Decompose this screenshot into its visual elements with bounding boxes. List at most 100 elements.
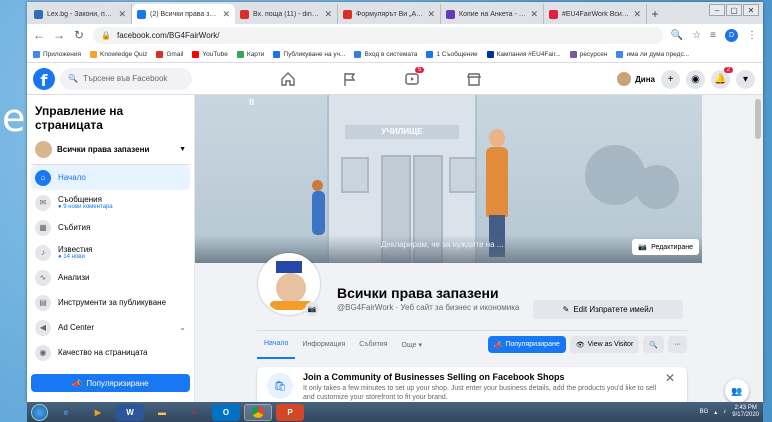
more-options-button[interactable]: ··· <box>668 336 687 353</box>
close-tab-icon[interactable]: ✕ <box>427 9 435 20</box>
sidebar-promote-button[interactable]: 📣 Популяризиране <box>31 374 190 392</box>
chrome-icon[interactable] <box>244 403 272 421</box>
google-icon <box>616 50 624 58</box>
bookmark-item[interactable]: Приложения <box>33 50 81 58</box>
tray-arrow-icon[interactable]: ▴ <box>714 409 717 416</box>
sidebar-item-home[interactable]: ⌂ Начало <box>31 165 190 190</box>
pages-flag-icon[interactable] <box>319 63 381 95</box>
cover-video[interactable]: УЧИЛИЩЕ II Декларирам, че за нуждите на … <box>195 95 702 263</box>
zoom-icon[interactable]: 🔍 <box>671 30 683 41</box>
profile-avatar[interactable]: D <box>725 28 738 42</box>
bookmark-item[interactable]: ресурсен <box>569 50 607 58</box>
page-switcher[interactable]: Всички права запазени ▼ <box>31 135 190 165</box>
notifications-bell-icon[interactable]: 🔔 2 <box>711 66 733 89</box>
acrobat-icon[interactable]: ⌁ <box>180 404 208 421</box>
promote-button[interactable]: 📣 Популяризиране <box>487 336 566 353</box>
new-message-icon[interactable]: 👥 <box>725 379 749 402</box>
sidebar-item-insights[interactable]: ∿ Анализи <box>31 265 190 290</box>
browser-tab[interactable]: Копие на Анкета - Goo ✕ <box>441 4 544 24</box>
facebook-logo-icon[interactable]: f <box>33 67 55 90</box>
media-icon[interactable]: ≡ <box>710 30 716 41</box>
child-figure <box>312 191 325 235</box>
media-player-icon[interactable]: ▶ <box>84 404 112 421</box>
back-icon[interactable]: ← <box>33 28 45 42</box>
facebook-search-input[interactable]: 🔍 Търсене във Facebook <box>60 67 192 90</box>
scrollbar-thumb[interactable] <box>755 99 761 139</box>
bookmark-item[interactable]: Вход в системата <box>354 50 417 58</box>
bookmark-item[interactable]: Кампания #EU4Fair... <box>486 50 561 58</box>
volume-icon[interactable]: ♪ <box>723 409 726 415</box>
youtube-icon <box>192 50 200 58</box>
page-avatar <box>35 141 52 158</box>
bookmark-item[interactable]: 1 Съобщение <box>426 50 478 58</box>
internet-explorer-icon[interactable]: e <box>52 404 80 421</box>
close-tab-icon[interactable]: ✕ <box>324 9 332 20</box>
slide-letter-fragment: e <box>2 96 26 140</box>
page-scrollbar[interactable] <box>753 95 763 402</box>
sidebar-item-publishing-tools[interactable]: ▤ Инструменти за публикуване <box>31 290 190 315</box>
megaphone-icon: 📣 <box>493 341 503 349</box>
sidebar-item-notifications[interactable]: ♪ Известия ● 14 нови <box>31 240 190 265</box>
bookmark-item[interactable]: Gmail <box>156 50 183 58</box>
language-indicator[interactable]: BG <box>700 409 709 415</box>
account-menu-caret-icon[interactable]: ▾ <box>736 69 755 89</box>
sidebar-item-page-quality[interactable]: ◉ Качество на страницата <box>31 340 190 365</box>
forward-icon[interactable]: → <box>53 28 65 42</box>
tab-about[interactable]: Информация <box>295 331 352 359</box>
bookmark-item[interactable]: YouTube <box>192 50 228 58</box>
reload-icon[interactable]: ↻ <box>73 28 85 42</box>
pause-icon[interactable]: II <box>249 97 254 107</box>
browser-tab[interactable]: Lex.bg - Закони, правил✕ <box>29 4 132 24</box>
bookmark-favicon-icon <box>273 50 281 58</box>
edit-cover-button[interactable]: 📷 Редактиране <box>632 239 699 255</box>
background-tree <box>635 165 679 209</box>
file-explorer-icon[interactable]: ▬ <box>148 404 176 421</box>
close-tab-icon[interactable]: ✕ <box>633 9 641 20</box>
sidebar-item-events[interactable]: ▦ Събития <box>31 215 190 240</box>
close-window-icon[interactable]: ✕ <box>743 4 759 16</box>
close-tab-icon[interactable]: ✕ <box>222 9 230 20</box>
chevron-down-icon: ⌄ <box>179 323 186 332</box>
adult-figure <box>489 129 505 147</box>
search-page-button[interactable]: 🔍 <box>643 336 664 353</box>
facebook-icon <box>426 50 434 58</box>
bookmark-item[interactable]: Публикуване на уч... <box>273 50 345 58</box>
tab-more[interactable]: Още ▾ <box>395 331 429 359</box>
close-tab-icon[interactable]: ✕ <box>530 9 538 20</box>
outlook-icon[interactable]: O <box>212 403 240 421</box>
tab-events[interactable]: Събития <box>352 331 394 359</box>
close-icon[interactable]: ✕ <box>665 371 675 385</box>
watch-video-icon[interactable]: 5 <box>381 63 443 95</box>
maximize-icon[interactable]: ▢ <box>726 4 742 16</box>
browser-tab[interactable]: #EU4FairWork Всички п✕ <box>544 4 647 24</box>
new-tab-button[interactable]: + <box>647 4 663 24</box>
marketplace-icon[interactable] <box>443 63 505 95</box>
start-button-icon[interactable] <box>31 403 48 421</box>
bookmark-item[interactable]: има ли дума предс... <box>616 50 689 58</box>
powerpoint-icon[interactable]: P <box>276 403 304 421</box>
bookmark-item[interactable]: Карти <box>236 50 264 58</box>
minimize-icon[interactable]: – <box>709 4 725 16</box>
profile-link[interactable]: Дина <box>616 71 655 87</box>
camera-icon[interactable]: 📷 <box>305 302 319 316</box>
star-icon[interactable]: ☆ <box>692 30 701 41</box>
view-as-visitor-button[interactable]: 👁 View as Visitor <box>569 336 640 353</box>
url-field[interactable]: 🔒 facebook.com/BG4FairWork/ <box>93 26 663 44</box>
system-clock[interactable]: 2:43 PM 9/17/2020 <box>732 405 759 419</box>
home-nav-icon[interactable] <box>257 63 319 95</box>
browser-tab[interactable]: Вх. поща (11) - dinai72@✕ <box>235 4 338 24</box>
bookmark-item[interactable]: Knowledge Quiz <box>90 50 147 58</box>
edit-send-email-button[interactable]: ✎ Edit Изпратете имейл <box>533 300 683 319</box>
create-plus-icon[interactable]: + <box>661 69 680 89</box>
browser-tab[interactable]: Формулярът Ви „Анкета“✕ <box>338 4 441 24</box>
browser-tab-active[interactable]: (2) Всички права запазе✕ <box>132 4 235 24</box>
megaphone-icon: 📣 <box>72 378 83 388</box>
messenger-icon[interactable]: ◉ <box>686 69 705 89</box>
toolbar-actions: 🔍 ☆ ≡ D ⋮ <box>671 28 757 42</box>
sidebar-item-ad-center[interactable]: ◀ Ad Center ⌄ <box>31 315 190 340</box>
word-icon[interactable]: W <box>116 403 144 421</box>
sidebar-item-messages[interactable]: ✉ Съобщения ● 9 нови коментара <box>31 190 190 215</box>
menu-icon[interactable]: ⋮ <box>747 30 757 41</box>
close-tab-icon[interactable]: ✕ <box>118 9 126 20</box>
tab-home[interactable]: Начало <box>257 331 296 359</box>
